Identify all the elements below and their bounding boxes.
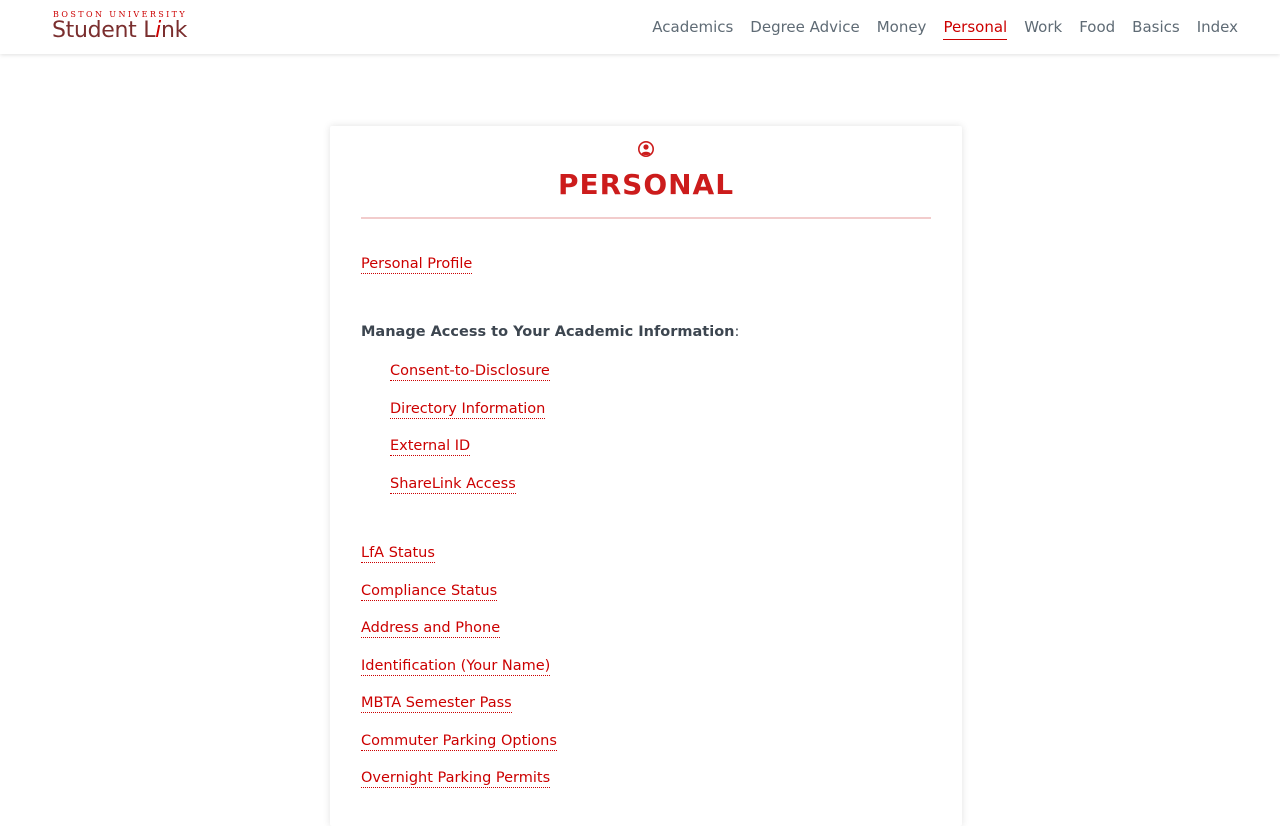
logo-title: Student Link xyxy=(52,18,188,43)
nav-index[interactable]: Index xyxy=(1197,18,1238,36)
user-circle-icon xyxy=(637,140,655,158)
link-commuter-parking-options[interactable]: Commuter Parking Options xyxy=(361,733,557,751)
link-personal-profile[interactable]: Personal Profile xyxy=(361,256,473,274)
link-consent-to-disclosure[interactable]: Consent-to-Disclosure xyxy=(390,363,550,381)
nav-food[interactable]: Food xyxy=(1079,18,1115,36)
nav-personal[interactable]: Personal xyxy=(943,18,1007,40)
main-nav: Academics Degree Advice Money Personal W… xyxy=(635,0,1238,54)
title-divider xyxy=(361,217,931,219)
link-lfa-status[interactable]: LfA Status xyxy=(361,545,435,563)
nav-academics[interactable]: Academics xyxy=(652,18,733,36)
link-mbta-semester-pass[interactable]: MBTA Semester Pass xyxy=(361,695,512,713)
personal-card: PERSONAL Personal Profile Manage Access … xyxy=(330,126,962,826)
link-identification[interactable]: Identification (Your Name) xyxy=(361,658,551,676)
link-sharelink-access[interactable]: ShareLink Access xyxy=(390,476,516,494)
link-directory-information[interactable]: Directory Information xyxy=(390,401,546,419)
top-bar: BOSTON UNIVERSITY Student Link Academics… xyxy=(0,0,1280,54)
link-address-and-phone[interactable]: Address and Phone xyxy=(361,620,501,638)
student-link-logo[interactable]: BOSTON UNIVERSITY Student Link xyxy=(52,9,212,49)
nav-work[interactable]: Work xyxy=(1024,18,1062,36)
section-label-manage-access: Manage Access to Your Academic Informati… xyxy=(361,324,740,340)
nav-degree-advice[interactable]: Degree Advice xyxy=(750,18,859,36)
nav-basics[interactable]: Basics xyxy=(1132,18,1180,36)
page-title: PERSONAL xyxy=(557,168,735,201)
nav-money[interactable]: Money xyxy=(877,18,927,36)
link-external-id[interactable]: External ID xyxy=(390,438,471,456)
link-compliance-status[interactable]: Compliance Status xyxy=(361,583,498,601)
link-overnight-parking-permits[interactable]: Overnight Parking Permits xyxy=(361,770,551,788)
